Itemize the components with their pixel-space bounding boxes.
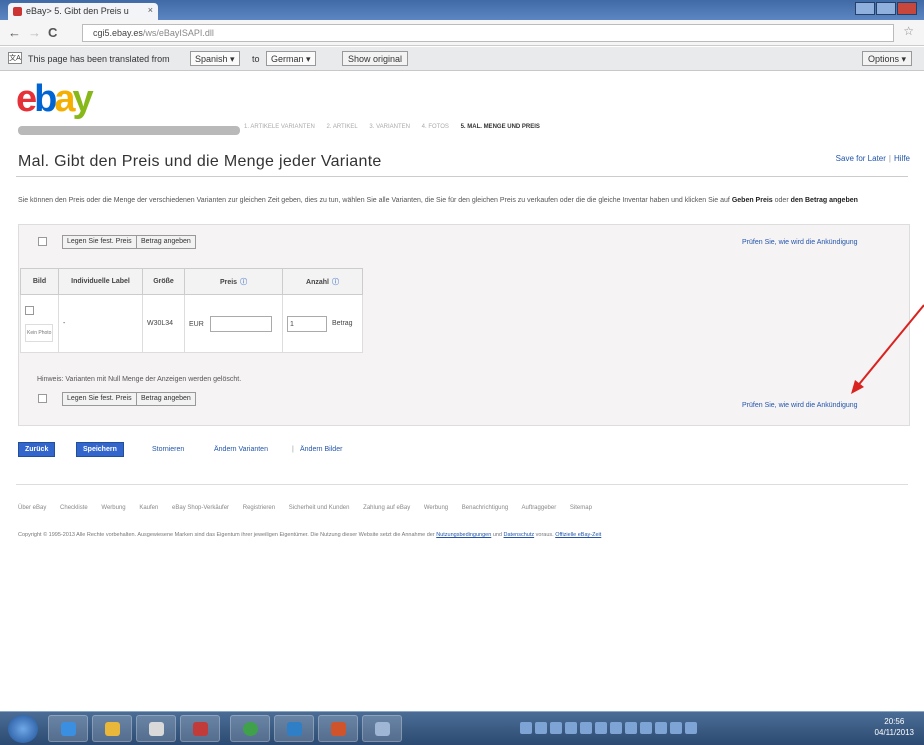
tray-icon[interactable]	[685, 722, 697, 734]
terms-link[interactable]: Nutzungsbedingungen	[436, 532, 491, 538]
app-icon	[193, 722, 208, 736]
copyright-notice: Copyright © 1995-2013 Alle Rechte vorbeh…	[18, 532, 602, 538]
ie-icon	[61, 722, 76, 736]
tray-icon[interactable]	[550, 722, 562, 734]
tray-icon[interactable]	[640, 722, 652, 734]
footer-link[interactable]: Werbung	[101, 505, 125, 511]
taskbar-ie[interactable]	[48, 715, 88, 742]
footer-link[interactable]: Auftraggeber	[522, 505, 557, 511]
powerpoint-icon	[331, 722, 346, 736]
clock-date: 04/11/2013	[874, 728, 914, 737]
tray-icon[interactable]	[655, 722, 667, 734]
start-button[interactable]	[8, 715, 38, 743]
change-images-link[interactable]: Ändern Bilder	[300, 446, 342, 453]
taskbar-app[interactable]	[180, 715, 220, 742]
footer-link[interactable]: Werbung	[424, 505, 448, 511]
taskbar-tool[interactable]	[362, 715, 402, 742]
footer-link[interactable]: Registrieren	[243, 505, 275, 511]
actions-separator: |	[292, 446, 294, 453]
divider	[16, 484, 908, 485]
taskbar-powerpoint[interactable]	[318, 715, 358, 742]
tray-icon[interactable]	[520, 722, 532, 734]
footer-link[interactable]: eBay Shop-Verkäufer	[172, 505, 229, 511]
tray-icon[interactable]	[535, 722, 547, 734]
footer-link[interactable]: Benachrichtigung	[462, 505, 508, 511]
back-button[interactable]: Zurück	[18, 442, 56, 457]
tray-icon[interactable]	[670, 722, 682, 734]
clock-time: 20:56	[884, 717, 905, 726]
system-tray	[520, 717, 870, 739]
tool-icon	[375, 722, 390, 736]
official-time-link[interactable]: Offizielle eBay-Zeit	[555, 532, 601, 538]
lync-icon	[287, 722, 302, 736]
tray-icon[interactable]	[610, 722, 622, 734]
tray-icon[interactable]	[625, 722, 637, 734]
annotation-arrow	[851, 304, 924, 394]
footer-link[interactable]: Sitemap	[570, 505, 592, 511]
cancel-link[interactable]: Stornieren	[152, 446, 184, 453]
privacy-link[interactable]: Datenschutz	[504, 532, 535, 538]
taskbar-chrome[interactable]	[230, 715, 270, 742]
footer-link[interactable]: Kaufen	[139, 505, 158, 511]
taskbar-explorer[interactable]	[92, 715, 132, 742]
save-button[interactable]: Speichern	[76, 442, 124, 457]
footer-link[interactable]: Über eBay	[18, 505, 46, 511]
folder-icon	[105, 722, 120, 736]
taskbar-clock[interactable]: 20:56 04/11/2013	[875, 716, 914, 738]
footer-link[interactable]: Checkliste	[60, 505, 88, 511]
taskbar-media[interactable]	[136, 715, 176, 742]
footer-links: Über eBay Checkliste Werbung Kaufen eBay…	[18, 505, 604, 511]
footer-link[interactable]: Zahlung auf eBay	[363, 505, 410, 511]
footer-link[interactable]: Sicherheit und Kunden	[289, 505, 350, 511]
taskbar-lync[interactable]	[274, 715, 314, 742]
windows-taskbar: 20:56 04/11/2013	[0, 711, 924, 745]
change-variants-link[interactable]: Ändern Varianten	[214, 446, 268, 453]
chrome-icon	[243, 722, 258, 736]
annotation-arrow-line	[855, 304, 924, 389]
media-icon	[149, 722, 164, 736]
tray-icon[interactable]	[580, 722, 592, 734]
tray-icon[interactable]	[595, 722, 607, 734]
tray-icon[interactable]	[565, 722, 577, 734]
